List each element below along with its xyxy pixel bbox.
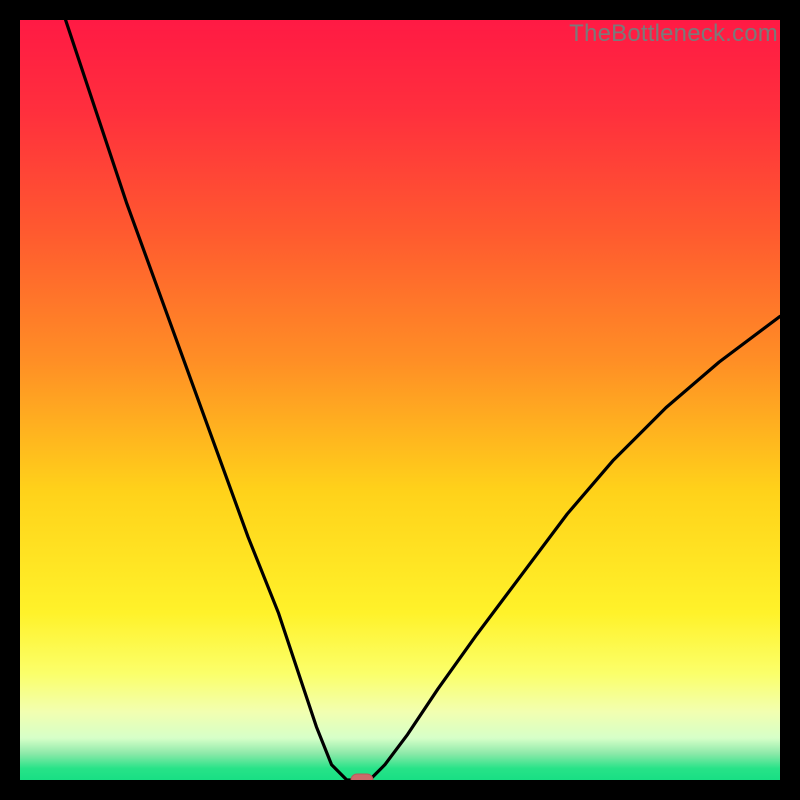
chart-svg	[20, 20, 780, 780]
watermark-text: TheBottleneck.com	[569, 20, 778, 48]
min-marker	[351, 774, 373, 780]
gradient-background	[20, 20, 780, 780]
chart-frame: TheBottleneck.com	[20, 20, 780, 780]
